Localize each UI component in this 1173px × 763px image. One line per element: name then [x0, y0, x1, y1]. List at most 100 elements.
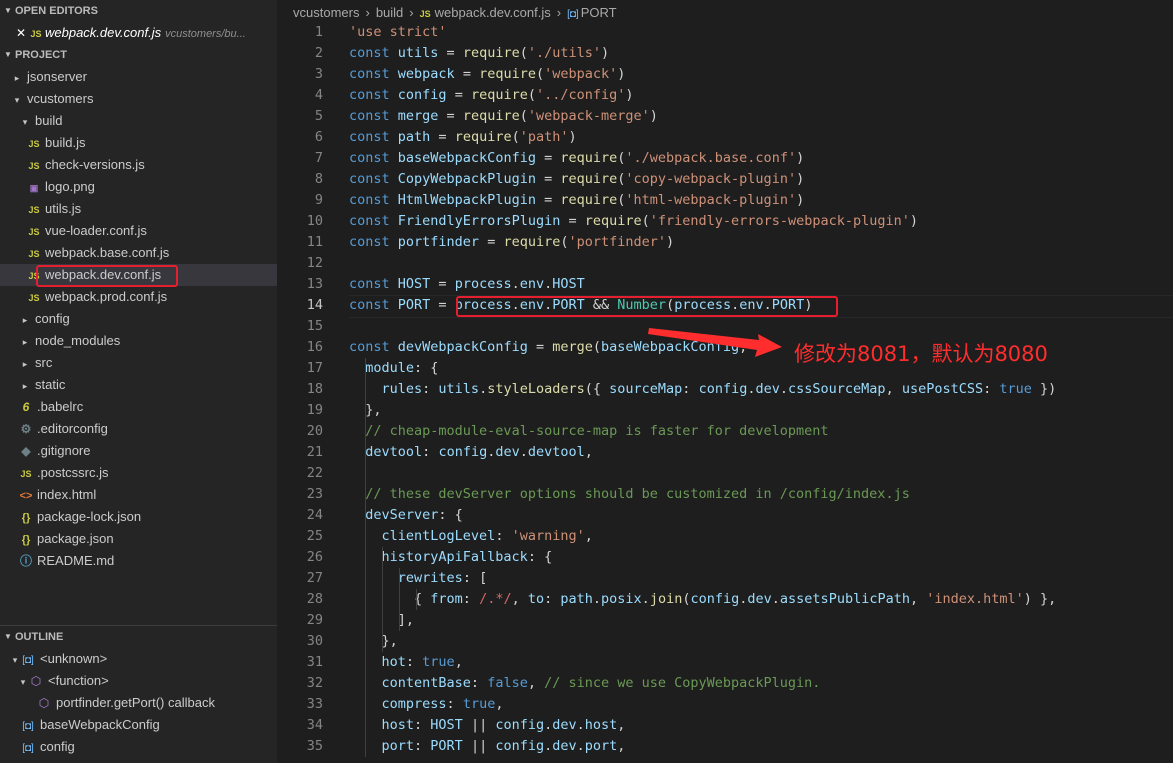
code-line[interactable]: 34 host: HOST || config.dev.host,: [277, 715, 1173, 736]
outline-item[interactable]: ⬡ portfinder.getPort() callback: [0, 692, 277, 714]
js-file-icon: JS: [28, 139, 40, 149]
file-item[interactable]: 6 .babelrc: [0, 396, 277, 418]
breadcrumb-item[interactable]: PORT: [581, 5, 617, 20]
breadcrumb-separator: ›: [409, 5, 414, 20]
code-line[interactable]: 3 const webpack = require('webpack'): [277, 64, 1173, 85]
code-token: =: [438, 108, 463, 124]
file-tree-label: logo.png: [45, 179, 95, 194]
project-header[interactable]: ▼ PROJECT: [0, 44, 277, 66]
code-token: ): [601, 45, 610, 61]
code-line[interactable]: 19 },: [277, 400, 1173, 421]
json-file-icon: {}: [21, 534, 31, 546]
code-line[interactable]: 18 rules: utils.styleLoaders({ sourceMap…: [277, 379, 1173, 400]
breadcrumb-item[interactable]: webpack.dev.conf.js: [435, 5, 551, 20]
code-line[interactable]: 6 const path = require('path'): [277, 127, 1173, 148]
code-line[interactable]: 26 historyApiFallback: {: [277, 547, 1173, 568]
file-item[interactable]: ⓘ README.md: [0, 550, 277, 572]
open-editor-item[interactable]: ✕ JS webpack.dev.conf.js vcustomers/bu...: [0, 22, 277, 44]
code-line[interactable]: 22: [277, 463, 1173, 484]
open-editors-header[interactable]: ▼ OPEN EDITORS: [0, 0, 277, 22]
chevron-right-icon: ▸: [22, 381, 28, 391]
outline-item[interactable]: ▾ [◘] <unknown>: [0, 648, 277, 670]
file-item[interactable]: JS build.js: [0, 132, 277, 154]
file-item[interactable]: JS .postcssrc.js: [0, 462, 277, 484]
code-token: :: [544, 591, 561, 607]
file-item[interactable]: JS webpack.base.conf.js: [0, 242, 277, 264]
folder-item[interactable]: ▸ jsonserver: [0, 66, 277, 88]
code-token: const: [349, 339, 398, 355]
file-item[interactable]: JS utils.js: [0, 198, 277, 220]
file-item[interactable]: ▣ logo.png: [0, 176, 277, 198]
code-line[interactable]: 23 // these devServer options should be …: [277, 484, 1173, 505]
code-line[interactable]: 20 // cheap-module-eval-source-map is fa…: [277, 421, 1173, 442]
code-line[interactable]: 1 'use strict': [277, 22, 1173, 43]
folder-item[interactable]: ▸ src: [0, 352, 277, 374]
file-item[interactable]: <> index.html: [0, 484, 277, 506]
code-editor[interactable]: vcustomers › build › JS webpack.dev.conf.js › […: [277, 0, 1173, 763]
code-line[interactable]: 2 const utils = require('./utils'): [277, 43, 1173, 64]
line-number: 17: [306, 360, 323, 376]
breadcrumb-item[interactable]: build: [376, 5, 403, 20]
code-line[interactable]: 4 const config = require('../config'): [277, 85, 1173, 106]
line-number: 10: [306, 213, 323, 229]
code-line[interactable]: 11 const portfinder = require('portfinder…: [277, 232, 1173, 253]
code-line[interactable]: 12: [277, 253, 1173, 274]
code-line[interactable]: 8 const CopyWebpackPlugin = require('copy…: [277, 169, 1173, 190]
folder-item[interactable]: ▾ vcustomers: [0, 88, 277, 110]
line-number: 30: [306, 633, 323, 649]
code-text: // these devServer options should be cus…: [349, 484, 910, 505]
file-item[interactable]: {} package-lock.json: [0, 506, 277, 528]
code-line[interactable]: 7 const baseWebpackConfig = require('./we…: [277, 148, 1173, 169]
code-token: FriendlyErrorsPlugin: [397, 213, 561, 229]
code-token: portfinder: [397, 234, 480, 250]
code-line[interactable]: 29 ],: [277, 610, 1173, 631]
file-item[interactable]: {} package.json: [0, 528, 277, 550]
code-line[interactable]: 21 devtool: config.dev.devtool,: [277, 442, 1173, 463]
code-area[interactable]: 1'use strict' 2 const utils = require('./u…: [277, 22, 1173, 757]
file-tree: ▸ jsonserver ▾ vcustomers ▾ build JS build.js JS…: [0, 66, 277, 572]
folder-item[interactable]: ▸ node_modules: [0, 330, 277, 352]
code-token: 'warning': [511, 528, 585, 544]
port-expression-highlight: [456, 296, 838, 317]
folder-item[interactable]: ▸ static: [0, 374, 277, 396]
code-line[interactable]: 30 },: [277, 631, 1173, 652]
code-line[interactable]: 27 rewrites: [: [277, 568, 1173, 589]
code-line[interactable]: 9 const HtmlWebpackPlugin = require('html…: [277, 190, 1173, 211]
file-item[interactable]: ⚙ .editorconfig: [0, 418, 277, 440]
code-token: require: [560, 171, 618, 187]
code-token: utils: [397, 45, 439, 61]
code-token: (: [560, 234, 569, 250]
code-line[interactable]: 31 hot: true,: [277, 652, 1173, 673]
code-token: .: [771, 591, 780, 607]
file-item[interactable]: ◆ .gitignore: [0, 440, 277, 462]
code-line[interactable]: 25 clientLogLevel: 'warning',: [277, 526, 1173, 547]
indent-guide: [399, 568, 400, 631]
outline-item[interactable]: ▾ ⬡ <function>: [0, 670, 277, 692]
code-line[interactable]: 28 { from: /.*/, to: path.posix.join(con…: [277, 589, 1173, 610]
code-token: (: [519, 45, 528, 61]
folder-item[interactable]: ▸ config: [0, 308, 277, 330]
code-token: './utils': [527, 45, 602, 61]
outline-item[interactable]: [◘] baseWebpackConfig: [0, 714, 277, 736]
close-icon[interactable]: ✕: [14, 22, 28, 44]
code-line[interactable]: 13 const HOST = process.env.HOST: [277, 274, 1173, 295]
code-line[interactable]: 24 devServer: {: [277, 505, 1173, 526]
code-line[interactable]: 35 port: PORT || config.dev.port,: [277, 736, 1173, 757]
chevron-down-icon: ▼: [4, 50, 12, 59]
file-item[interactable]: JS webpack.prod.conf.js: [0, 286, 277, 308]
outline-header[interactable]: ▼ OUTLINE: [0, 625, 277, 647]
breadcrumb-item[interactable]: vcustomers: [293, 5, 359, 20]
code-line[interactable]: 32 contentBase: false, // since we use C…: [277, 673, 1173, 694]
line-number: 7: [314, 150, 323, 166]
folder-item[interactable]: ▾ build: [0, 110, 277, 132]
file-item[interactable]: JS check-versions.js: [0, 154, 277, 176]
code-token: const: [349, 108, 398, 124]
code-line[interactable]: 10 const FriendlyErrorsPlugin = require('…: [277, 211, 1173, 232]
open-editor-path: vcustomers/bu...: [165, 28, 246, 40]
outline-item[interactable]: [◘] config: [0, 736, 277, 758]
file-item[interactable]: JS vue-loader.conf.js: [0, 220, 277, 242]
code-line[interactable]: 33 compress: true,: [277, 694, 1173, 715]
code-line[interactable]: 5 const merge = require('webpack-merge'): [277, 106, 1173, 127]
code-text: const baseWebpackConfig = require('./web…: [349, 148, 804, 169]
